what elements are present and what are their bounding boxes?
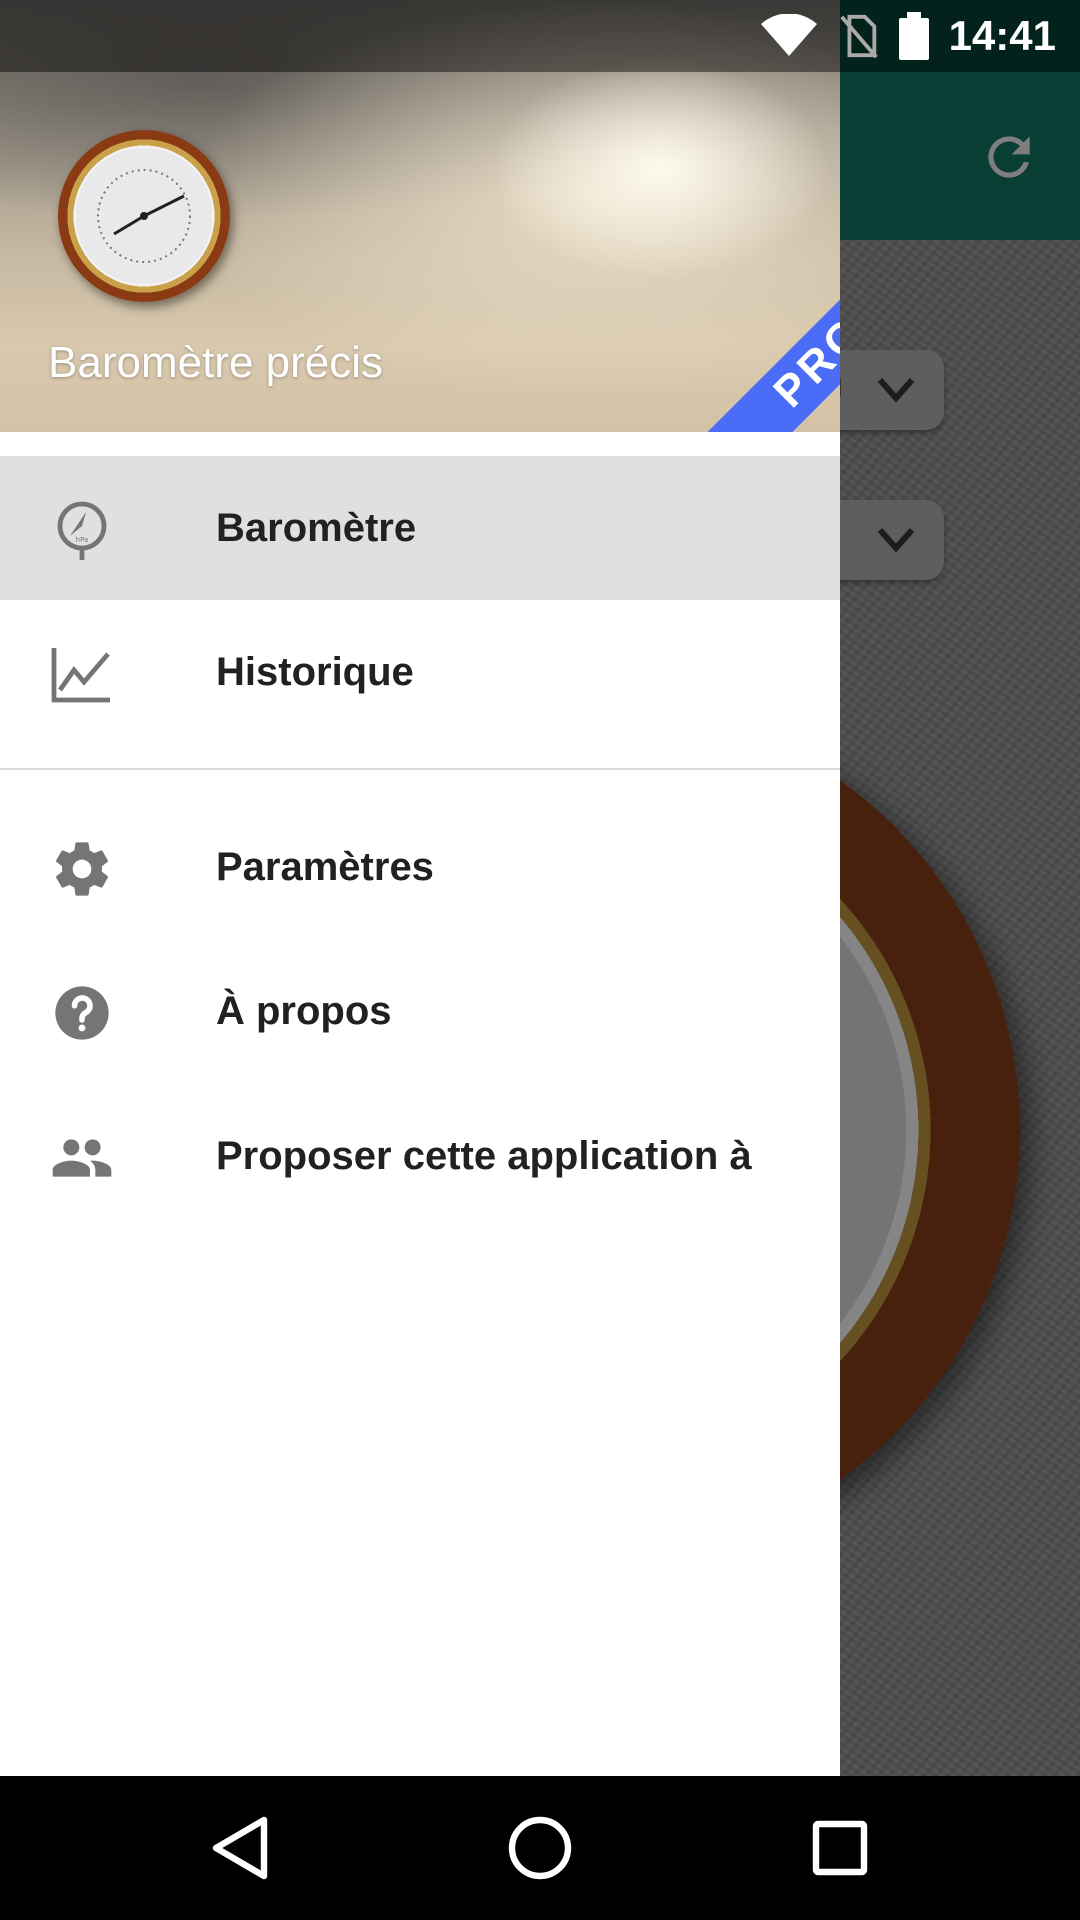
svg-text:hPa: hPa xyxy=(76,536,89,544)
menu-item-label: Historique xyxy=(216,650,414,694)
home-icon[interactable] xyxy=(504,1812,576,1884)
recents-icon[interactable] xyxy=(804,1812,876,1884)
navigation-drawer: Baromètre précis PRO hPa Baromètre Histo… xyxy=(0,0,840,1776)
menu-item-label: Baromètre xyxy=(216,506,417,550)
menu-item-label: À propos xyxy=(216,989,392,1033)
barometer-gauge-icon: hPa xyxy=(57,501,107,560)
people-icon xyxy=(52,1139,112,1177)
status-bar: 14:41 xyxy=(0,0,1080,72)
barometer-logo-icon xyxy=(58,130,230,302)
back-icon[interactable] xyxy=(204,1812,276,1884)
wifi-icon xyxy=(760,14,817,56)
battery-icon xyxy=(898,12,929,60)
gear-icon xyxy=(56,842,108,896)
menu-item-historique[interactable]: Historique xyxy=(0,600,840,744)
no-sim-icon xyxy=(839,14,878,59)
menu-item-proposer[interactable]: Proposer cette application à xyxy=(0,1084,840,1228)
menu-item-label: Proposer cette application à xyxy=(216,1134,752,1178)
app-title: Baromètre précis xyxy=(48,338,384,387)
menu-divider xyxy=(0,768,840,770)
menu-item-a-propos[interactable]: À propos xyxy=(0,939,840,1083)
pro-ribbon: PRO xyxy=(685,227,840,432)
menu-item-parametres[interactable]: Paramètres xyxy=(0,795,840,939)
system-nav-bar xyxy=(0,1776,1080,1920)
line-chart-icon xyxy=(51,648,110,703)
help-icon xyxy=(55,986,109,1040)
menu-item-label: Paramètres xyxy=(216,845,434,889)
status-time: 14:41 xyxy=(948,12,1056,59)
menu-item-barometre[interactable]: hPa Baromètre xyxy=(0,456,840,600)
